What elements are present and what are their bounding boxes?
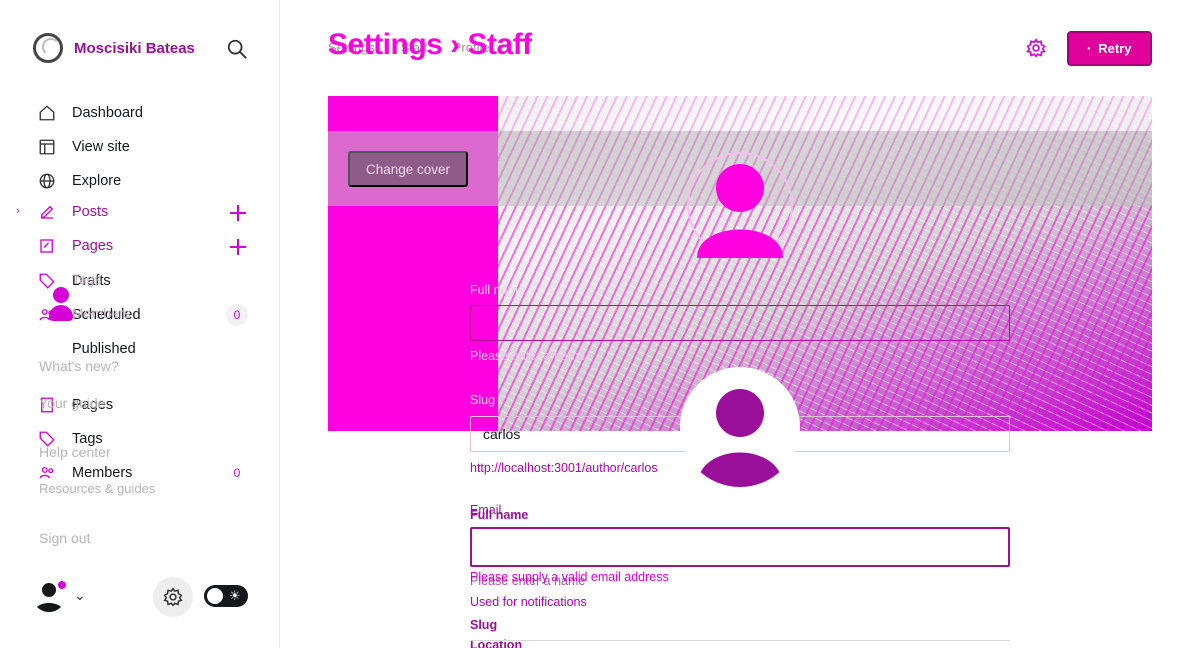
resources-link[interactable]: Resources & guides [39,481,155,496]
members-count-badge: 0 [233,466,241,480]
sidebar-footer: ⌄ ☀ [32,577,252,618]
toggle-knob [207,588,223,604]
sidebar-item-label: Published [72,341,136,357]
ghost-tags-label: Tags [72,271,102,287]
cover-overlay-band-top [498,96,1152,131]
page-title: Settings › Staff [328,28,532,61]
full-name-hint: Please enter a name [470,574,586,588]
location-field-edge [470,640,1010,641]
profile-avatar[interactable] [680,367,800,487]
retry-label: Retry [1098,41,1132,56]
change-cover-button[interactable]: Change cover [348,151,468,187]
main-content: Settings Staff Profile Settings › Staff … [280,0,1200,648]
search-icon[interactable] [226,38,248,60]
sidebar-item-drafts[interactable]: Drafts [0,266,279,296]
app-window: Moscisiki Bateas Dashboard View site Exp… [0,0,1200,648]
add-post-icon[interactable] [228,203,248,223]
sidebar-item-explore[interactable]: Explore [0,166,279,196]
email-used-hint: Used for notifications [470,595,587,609]
site-icon [39,139,55,155]
ghost-full-name-label: Full name [470,283,525,297]
notification-dot [57,580,67,590]
ghost-avatar-head [53,287,69,303]
add-page-icon[interactable] [228,237,248,257]
full-name-label: Full name [470,508,529,522]
gear-icon [163,587,183,607]
sidebar-item-view-site[interactable]: View site [0,132,279,162]
full-name-field[interactable] [470,527,1010,567]
chevron-right-icon[interactable]: › [16,205,20,217]
settings-button[interactable] [153,577,193,617]
whats-new-link[interactable]: What's new? [39,358,119,374]
retry-button[interactable]: • Retry [1067,31,1152,66]
sidebar-item-label: Dashboard [72,105,143,121]
slug-url[interactable]: http://localhost:3001/author/carlos [470,461,658,475]
gear-icon[interactable] [1026,38,1046,58]
ghost-slug-label: Slug [470,393,496,407]
sign-out-link[interactable]: Sign out [39,530,90,546]
sidebar-item-label: Explore [72,173,122,189]
ghost-avatar-icon [687,152,793,258]
avatar-person-icon [697,389,783,487]
site-brand[interactable]: Moscisiki Bateas [33,33,195,63]
chevron-down-icon[interactable]: ⌄ [74,587,86,604]
ghost-full-name-hint: Please enter a name [470,349,586,363]
pages-icon [40,239,53,253]
site-name: Moscisiki Bateas [74,39,195,57]
site-logo-icon [33,33,63,63]
sidebar-item-pages[interactable]: Pages [0,231,279,261]
full-name-input[interactable] [472,529,1008,565]
edit-icon [41,205,54,219]
sidebar-item-label: Pages [72,238,114,254]
tag-icon [39,273,55,289]
members-icon [39,467,54,479]
sidebar-item-scheduled[interactable]: Scheduled 0 [0,300,279,330]
home-icon [39,105,55,121]
your-guide-link[interactable]: Your guide [39,395,105,411]
sidebar-item-posts[interactable]: › Posts [0,197,279,227]
retry-dot-icon: • [1087,44,1091,53]
scheduled-count-badge: 0 [226,304,248,326]
sidebar-item-dashboard[interactable]: Dashboard [0,98,279,128]
sidebar-item-label: Members [72,465,133,481]
theme-toggle[interactable]: ☀ [204,585,248,607]
sun-icon: ☀ [229,588,241,603]
sidebar-item-label: Posts [72,204,109,220]
sidebar-item-label: View site [72,139,130,155]
ghost-members-label: Members [72,305,131,321]
slug-label: Slug [470,618,498,632]
sidebar: Moscisiki Bateas Dashboard View site Exp… [0,0,280,648]
help-center-link[interactable]: Help center [39,444,111,460]
ghost-full-name-field[interactable] [470,305,1010,341]
globe-icon [39,173,55,189]
